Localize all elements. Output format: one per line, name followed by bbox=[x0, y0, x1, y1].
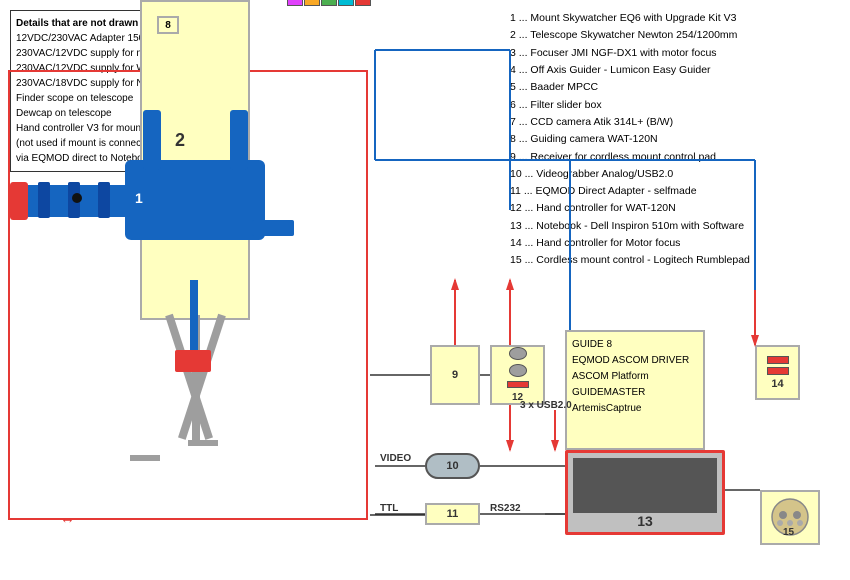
laptop-label: 13 bbox=[568, 513, 722, 529]
device-12-icon-1 bbox=[509, 347, 527, 360]
block-3: 3 bbox=[287, 0, 303, 6]
device-10-videograbber: 10 bbox=[425, 453, 480, 479]
device-12-icon-2 bbox=[509, 364, 527, 377]
rumblepad-icon: 15 bbox=[765, 495, 815, 540]
device-9-receiver: 9 bbox=[430, 345, 480, 405]
laptop-screen bbox=[573, 458, 717, 513]
device-12-hand-controller: 12 bbox=[490, 345, 545, 405]
item-6: 6 ... Filter slider box bbox=[510, 97, 840, 114]
sw-artemis: ArtemisCaptrue bbox=[572, 401, 698, 417]
telescope-label: 2 bbox=[175, 130, 185, 151]
barrel-end bbox=[10, 182, 28, 220]
device-10-label: 10 bbox=[446, 460, 458, 472]
barrel-ring-3 bbox=[98, 182, 110, 218]
device-12-icon-3 bbox=[507, 381, 529, 388]
device-15-rumblepad: 15 bbox=[760, 490, 820, 545]
device-14-label: 14 bbox=[771, 378, 783, 390]
color-blocks: 3 4 5 6 7 bbox=[287, 0, 371, 6]
item-12: 12 ... Hand controller for WAT-120N bbox=[510, 200, 840, 217]
item-10: 10 ... Videograbber Analog/USB2.0 bbox=[510, 166, 840, 183]
double-arrow: ↔ bbox=[60, 510, 75, 527]
item-11: 11 ... EQMOD Direct Adapter - selfmade bbox=[510, 183, 840, 200]
item-1: 1 ... Mount Skywatcher EQ6 with Upgrade … bbox=[510, 10, 840, 27]
item-9: 9 ... Receiver for cordless mount contro… bbox=[510, 149, 840, 166]
device-11-label: 11 bbox=[447, 508, 459, 520]
device-11-eqmod: 11 bbox=[425, 503, 480, 525]
mount-head: 1 bbox=[125, 160, 265, 240]
ttl-label: TTL bbox=[380, 503, 398, 514]
sw-ascom: ASCOM Platform bbox=[572, 369, 698, 385]
legend-item-1: 12VDC/230VAC Adapter 150W bbox=[16, 33, 154, 44]
barrel-ring-1 bbox=[38, 182, 50, 218]
device-13-laptop: 13 bbox=[565, 450, 725, 535]
item-4: 4 ... Off Axis Guider - Lumicon Easy Gui… bbox=[510, 62, 840, 79]
sw-guidemaster: GUIDEMASTER bbox=[572, 385, 698, 401]
item-5: 5 ... Baader MPCC bbox=[510, 79, 840, 96]
block-6: 6 bbox=[338, 0, 354, 6]
svg-text:15: 15 bbox=[783, 527, 795, 538]
rs232-label: RS232 bbox=[490, 503, 521, 514]
device-14-bar1 bbox=[767, 356, 789, 364]
item-7: 7 ... CCD camera Atik 314L+ (B/W) bbox=[510, 114, 840, 131]
block-8: 8 bbox=[157, 16, 179, 34]
legend-item-6: Dewcap on telescope bbox=[16, 108, 112, 119]
tripod-foot-left bbox=[130, 455, 160, 461]
device-14-bar2 bbox=[767, 367, 789, 375]
device-9-label: 9 bbox=[452, 369, 458, 381]
software-box: GUIDE 8 EQMOD ASCOM DRIVER ASCOM Platfor… bbox=[565, 330, 705, 450]
eyepiece bbox=[72, 193, 82, 203]
tripod-foot-center bbox=[188, 440, 218, 446]
mount-label: 1 bbox=[135, 190, 143, 206]
block-7: 7 bbox=[355, 0, 371, 6]
diagram: Details that are not drawn here: 12VDC/2… bbox=[0, 0, 850, 580]
sw-eqmod: EQMOD ASCOM DRIVER bbox=[572, 353, 698, 369]
video-label: VIDEO bbox=[380, 453, 411, 464]
scope-ring-right bbox=[230, 110, 248, 170]
legend-item-8: (not used if mount is connected bbox=[16, 138, 155, 149]
item-list: 1 ... Mount Skywatcher EQ6 with Upgrade … bbox=[510, 10, 840, 270]
block-5: 5 bbox=[321, 0, 337, 6]
counterweight bbox=[175, 350, 211, 372]
scope-ring-left bbox=[143, 110, 161, 170]
focuser bbox=[252, 220, 294, 236]
item-8: 8 ... Guiding camera WAT-120N bbox=[510, 131, 840, 148]
block-4: 4 bbox=[304, 0, 320, 6]
device-14-motor-focus: 14 bbox=[755, 345, 800, 400]
usb-label: 3 x USB2.0 bbox=[520, 400, 572, 411]
item-14: 14 ... Hand controller for Motor focus bbox=[510, 235, 840, 252]
legend-item-5: Finder scope on telescope bbox=[16, 93, 133, 104]
item-2: 2 ... Telescope Skywatcher Newton 254/12… bbox=[510, 27, 840, 44]
item-3: 3 ... Focuser JMI NGF-DX1 with motor foc… bbox=[510, 45, 840, 62]
item-13: 13 ... Notebook - Dell Inspiron 510m wit… bbox=[510, 218, 840, 235]
sw-guide8: GUIDE 8 bbox=[572, 337, 698, 353]
item-15: 15 ... Cordless mount control - Logitech… bbox=[510, 252, 840, 269]
